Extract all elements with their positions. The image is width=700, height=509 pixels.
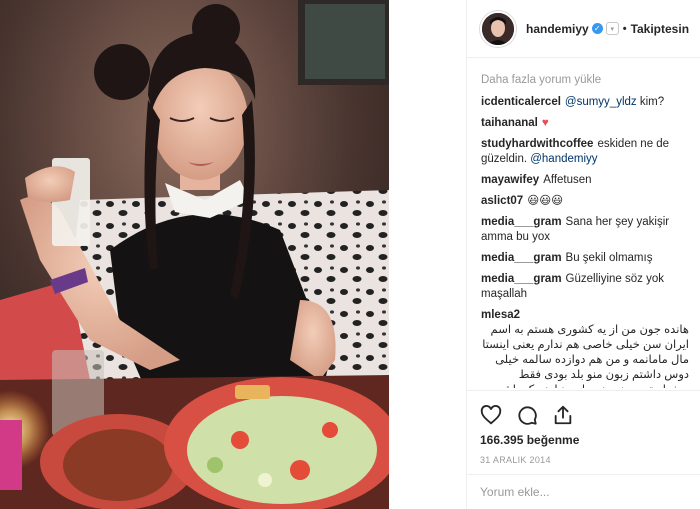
comment-bubble-icon[interactable] <box>516 404 538 426</box>
comment-item: taihananal ♥ <box>481 116 689 131</box>
add-comment-bar <box>466 474 700 509</box>
verified-badge-icon: ✓ <box>591 23 603 34</box>
comment-item: mayawifey Affetusen <box>481 173 689 188</box>
comment-username[interactable]: media___gram <box>481 252 562 264</box>
instagram-post-view: handemiyy ✓ ▾ • Takiptesin Daha fazla yo… <box>0 0 700 509</box>
chevron-down-icon[interactable]: ▾ <box>605 22 619 35</box>
comment-username[interactable]: media___gram <box>481 273 562 285</box>
post-date: 31 ARALIK 2014 <box>480 455 551 465</box>
comments-list: Daha fazla yorum yükle icdenticalercel @s… <box>481 68 689 388</box>
comment-item: media___gram Güzelliyine söz yok maşallah <box>481 272 689 302</box>
heart-outline-icon[interactable] <box>480 404 502 426</box>
comment-text: kim? <box>636 96 665 108</box>
comment-text: 😃😃😃 <box>527 195 564 207</box>
comment-username[interactable]: mayawifey <box>481 174 539 186</box>
separator-dot: • <box>622 22 627 35</box>
load-more-comments-link[interactable]: Daha fazla yorum yükle <box>481 74 689 86</box>
comment-item: aslict07 😃😃😃 <box>481 194 689 209</box>
comment-username[interactable]: icdenticalercel <box>481 96 561 108</box>
comment-mention-link[interactable]: @handemiyy <box>530 153 597 165</box>
comment-text: هانده جون من از یه کشوری هستم به اسم ایر… <box>482 324 689 388</box>
comment-username[interactable]: taihananal <box>481 117 538 129</box>
comment-username[interactable]: mlesa2 <box>481 309 520 321</box>
follow-status-button[interactable]: Takiptesin <box>631 22 689 36</box>
post-photo-illustration <box>0 0 389 509</box>
comment-item: studyhardwithcoffee eskiden ne de güzeldi… <box>481 137 689 167</box>
likes-count[interactable]: 166.395 beğenme <box>466 429 700 447</box>
comment-item: icdenticalercel @sumyy_yldz kim? <box>481 95 689 110</box>
avatar-image <box>482 12 514 45</box>
avatar[interactable] <box>480 10 516 47</box>
post-photo[interactable] <box>0 0 389 509</box>
comment-text: Affetusen <box>543 174 592 186</box>
layout-gap <box>389 0 466 509</box>
post-actions: 166.395 beğenme 31 ARALIK 2014 <box>466 390 700 465</box>
username-link[interactable]: handemiyy <box>526 22 589 36</box>
red-heart-emoji-icon: ♥ <box>541 117 549 129</box>
comment-text: Bu şekil olmamış <box>565 252 653 264</box>
comment-username[interactable]: aslict07 <box>481 195 523 207</box>
comment-mention-link[interactable]: @sumyy_yldz <box>565 96 637 108</box>
action-icons-row <box>466 391 700 429</box>
add-comment-input[interactable] <box>480 485 680 499</box>
comment-item: media___gram Bu şekil olmamış <box>481 251 689 266</box>
comment-item: media___gram Sana her şey yakişir amma bu… <box>481 215 689 245</box>
comment-username[interactable]: media___gram <box>481 216 562 228</box>
comment-username[interactable]: studyhardwithcoffee <box>481 138 593 150</box>
share-upload-icon[interactable] <box>552 404 574 426</box>
post-header: handemiyy ✓ ▾ • Takiptesin <box>467 0 700 58</box>
comment-item: mlesa2 هانده جون من از یه کشوری هستم به … <box>481 308 689 388</box>
